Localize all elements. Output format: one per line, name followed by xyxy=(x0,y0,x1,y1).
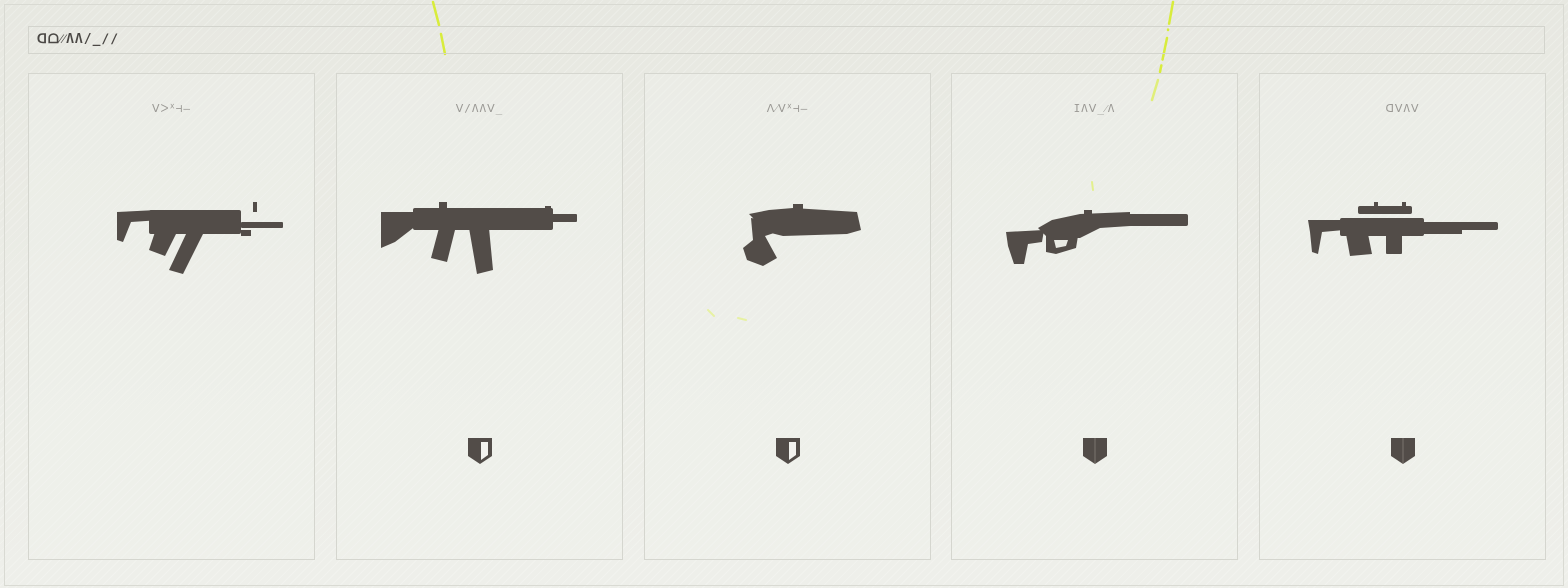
shield-full-icon xyxy=(1081,436,1109,466)
weapon-card-smg[interactable]: ᐯᐳᕁ⊣– xyxy=(28,73,315,560)
weapon-card-label: ᗡᐯΛᐯ xyxy=(1385,102,1420,115)
weapon-card-label: ᐱ⁄ᐯᕁ⊣– xyxy=(766,102,809,115)
weapon-card-assault-rifle[interactable]: ᐯ/ΛΛᐯ_ xyxy=(336,73,623,560)
weapon-card-label: ᐯᐳᕁ⊣– xyxy=(151,102,192,115)
weapon-card-label: ᐯ/ΛΛᐯ_ xyxy=(455,102,504,115)
loadout-screen: ᗡᗝ⁄⁄ΛΛ/_∕∕ ᐯᐳᕁ⊣– ᐯ/ΛΛᐯ_ ᐱ⁄ᐯᕁ⊣– ΙΛᐯ_⁄Λ ᗡᐯ… xyxy=(0,0,1568,588)
sniper-rifle-icon xyxy=(1288,192,1518,282)
header-title: ᗡᗝ⁄⁄ΛΛ/_∕∕ xyxy=(37,32,120,47)
weapon-card-label: ΙΛᐯ_⁄Λ xyxy=(1073,102,1116,115)
weapon-card-sniper-rifle[interactable]: ᗡᐯΛᐯ xyxy=(1259,73,1546,560)
smg-icon xyxy=(57,192,287,282)
pistol-icon xyxy=(673,192,903,282)
shield-half-icon xyxy=(466,436,494,466)
bolt-rifle-icon xyxy=(980,192,1210,282)
shield-full-icon xyxy=(1389,436,1417,466)
weapon-cards: ᐯᐳᕁ⊣– ᐯ/ΛΛᐯ_ ᐱ⁄ᐯᕁ⊣– ΙΛᐯ_⁄Λ ᗡᐯΛᐯ xyxy=(28,73,1546,560)
loadout-header: ᗡᗝ⁄⁄ΛΛ/_∕∕ xyxy=(28,26,1545,54)
shield-half-icon xyxy=(774,436,802,466)
weapon-card-bolt-rifle[interactable]: ΙΛᐯ_⁄Λ xyxy=(951,73,1238,560)
weapon-card-pistol[interactable]: ᐱ⁄ᐯᕁ⊣– xyxy=(644,73,931,560)
assault-rifle-icon xyxy=(365,192,595,282)
